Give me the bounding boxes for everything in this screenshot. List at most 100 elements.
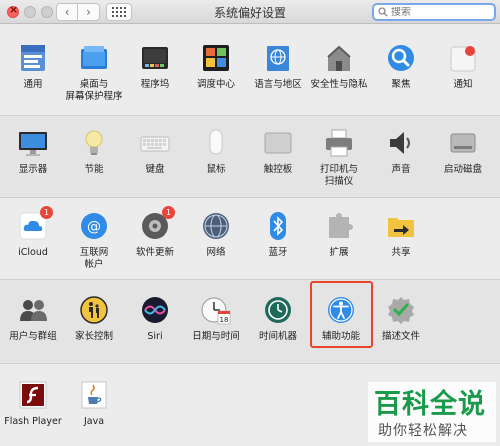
notification-badge: 1	[40, 206, 53, 219]
pane-mouse[interactable]: 鼠标	[183, 128, 249, 176]
icloud-icon: 1	[18, 206, 53, 241]
pane-network[interactable]: 网络	[183, 211, 249, 259]
pane-spotlight[interactable]: 聚焦	[368, 43, 434, 91]
sound-icon	[386, 128, 416, 158]
pane-parental-controls[interactable]: 家长控制	[61, 295, 127, 343]
flash-player-icon	[18, 380, 48, 410]
pane-label: 通用	[23, 79, 43, 90]
calendar-date-text: 18	[220, 316, 229, 324]
pane-label: 程序坞	[140, 79, 170, 90]
startup-disk-icon	[448, 128, 478, 158]
pane-label: 日期与时间	[192, 331, 240, 342]
pane-label: iCloud	[18, 247, 48, 258]
pane-label: 软件更新	[135, 247, 174, 258]
pane-label: 语言与地区	[254, 79, 302, 90]
extensions-icon	[324, 211, 354, 241]
language-region-icon	[263, 43, 293, 73]
pane-label: 桌面与 屏幕保护程序	[65, 79, 123, 102]
network-icon	[201, 211, 231, 241]
pane-accessibility[interactable]: 辅助功能	[308, 295, 374, 343]
mouse-icon	[201, 128, 231, 158]
title-bar: ‹ › 系统偏好设置	[0, 0, 500, 24]
pane-security-privacy[interactable]: 安全性与隐私	[306, 43, 372, 91]
desktop-icon	[79, 43, 109, 73]
printer-icon	[324, 128, 354, 158]
trackpad-icon	[263, 128, 293, 158]
search-icon	[378, 7, 388, 17]
pane-label: 蓝牙	[268, 247, 288, 258]
pane-label: 键盘	[145, 164, 165, 175]
pane-software-update[interactable]: 1 软件更新	[122, 206, 188, 259]
pane-users-groups[interactable]: 用户与群组	[0, 295, 66, 343]
pane-extensions[interactable]: 扩展	[306, 211, 372, 259]
general-icon	[18, 43, 48, 73]
pane-date-time[interactable]: 18 日期与时间	[183, 295, 249, 343]
profiles-icon	[386, 295, 416, 325]
pane-notifications[interactable]: 通知	[430, 43, 496, 91]
pane-label: 声音	[391, 164, 411, 175]
pane-label: 聚焦	[391, 79, 411, 90]
spotlight-icon	[386, 43, 416, 73]
search-input[interactable]	[391, 6, 491, 18]
pane-bluetooth[interactable]: 蓝牙	[245, 211, 311, 259]
pane-internet-accounts[interactable]: @ 互联网 帐户	[61, 211, 127, 271]
svg-text:@: @	[87, 219, 101, 235]
pane-label: 描述文件	[381, 331, 420, 342]
siri-icon	[140, 295, 170, 325]
pane-startup-disk[interactable]: 启动磁盘	[430, 128, 496, 176]
pane-display[interactable]: 显示器	[0, 128, 66, 176]
pane-label: 互联网 帐户	[79, 247, 109, 270]
pane-icloud[interactable]: 1 iCloud	[0, 206, 66, 259]
internet-accounts-icon: @	[79, 211, 109, 241]
pane-mission-control[interactable]: 调度中心	[183, 43, 249, 91]
pane-java[interactable]: Java	[61, 380, 127, 428]
pane-energy-saver[interactable]: 节能	[61, 128, 127, 176]
pane-label: Siri	[147, 331, 163, 342]
pane-siri[interactable]: Siri	[122, 295, 188, 343]
pane-flash-player[interactable]: Flash Player	[0, 380, 66, 428]
users-icon	[18, 295, 48, 325]
accessibility-icon	[326, 295, 356, 325]
pane-label: 显示器	[18, 164, 48, 175]
pane-sound[interactable]: 声音	[368, 128, 434, 176]
pane-language-region[interactable]: 语言与地区	[245, 43, 311, 91]
watermark-title: 百科全说	[374, 389, 486, 420]
pane-label: 节能	[84, 164, 104, 175]
pane-label: 用户与群组	[9, 331, 57, 342]
pane-label: 时间机器	[258, 331, 297, 342]
pane-general[interactable]: 通用	[0, 43, 66, 91]
pane-printers-scanners[interactable]: 打印机与 扫描仪	[306, 128, 372, 188]
pane-dock[interactable]: 程序坞	[122, 43, 188, 91]
pane-label: 鼠标	[206, 164, 226, 175]
time-machine-icon	[263, 295, 293, 325]
pane-label: 安全性与隐私	[310, 79, 368, 90]
pane-keyboard[interactable]: 键盘	[122, 128, 188, 176]
pane-trackpad[interactable]: 触控板	[245, 128, 311, 176]
pane-desktop-screensaver[interactable]: 桌面与 屏幕保护程序	[60, 43, 128, 103]
pane-label: Flash Player	[4, 416, 62, 427]
pane-label: 家长控制	[74, 331, 113, 342]
pane-time-machine[interactable]: 时间机器	[245, 295, 311, 343]
watermark-subtitle: 助你轻松解决	[378, 423, 468, 439]
pane-label: 启动磁盘	[443, 164, 482, 175]
energy-saver-icon	[79, 128, 109, 158]
pane-label: Java	[83, 416, 105, 427]
dock-icon	[140, 43, 170, 73]
pane-label: 通知	[453, 79, 473, 90]
pane-label: 辅助功能	[321, 331, 360, 342]
pane-label: 调度中心	[196, 79, 235, 90]
pane-profiles[interactable]: 描述文件	[368, 295, 434, 343]
pane-label: 打印机与 扫描仪	[319, 164, 358, 187]
date-time-icon: 18	[201, 295, 231, 325]
security-icon	[324, 43, 354, 73]
java-icon	[79, 380, 109, 410]
parental-controls-icon	[79, 295, 109, 325]
pane-sharing[interactable]: 共享	[368, 211, 434, 259]
display-icon	[18, 128, 48, 158]
notifications-icon	[448, 43, 478, 73]
bluetooth-icon	[263, 211, 293, 241]
pane-label: 共享	[391, 247, 411, 258]
notification-badge: 1	[162, 206, 175, 219]
pane-label: 触控板	[263, 164, 293, 175]
search-field[interactable]	[372, 3, 496, 21]
